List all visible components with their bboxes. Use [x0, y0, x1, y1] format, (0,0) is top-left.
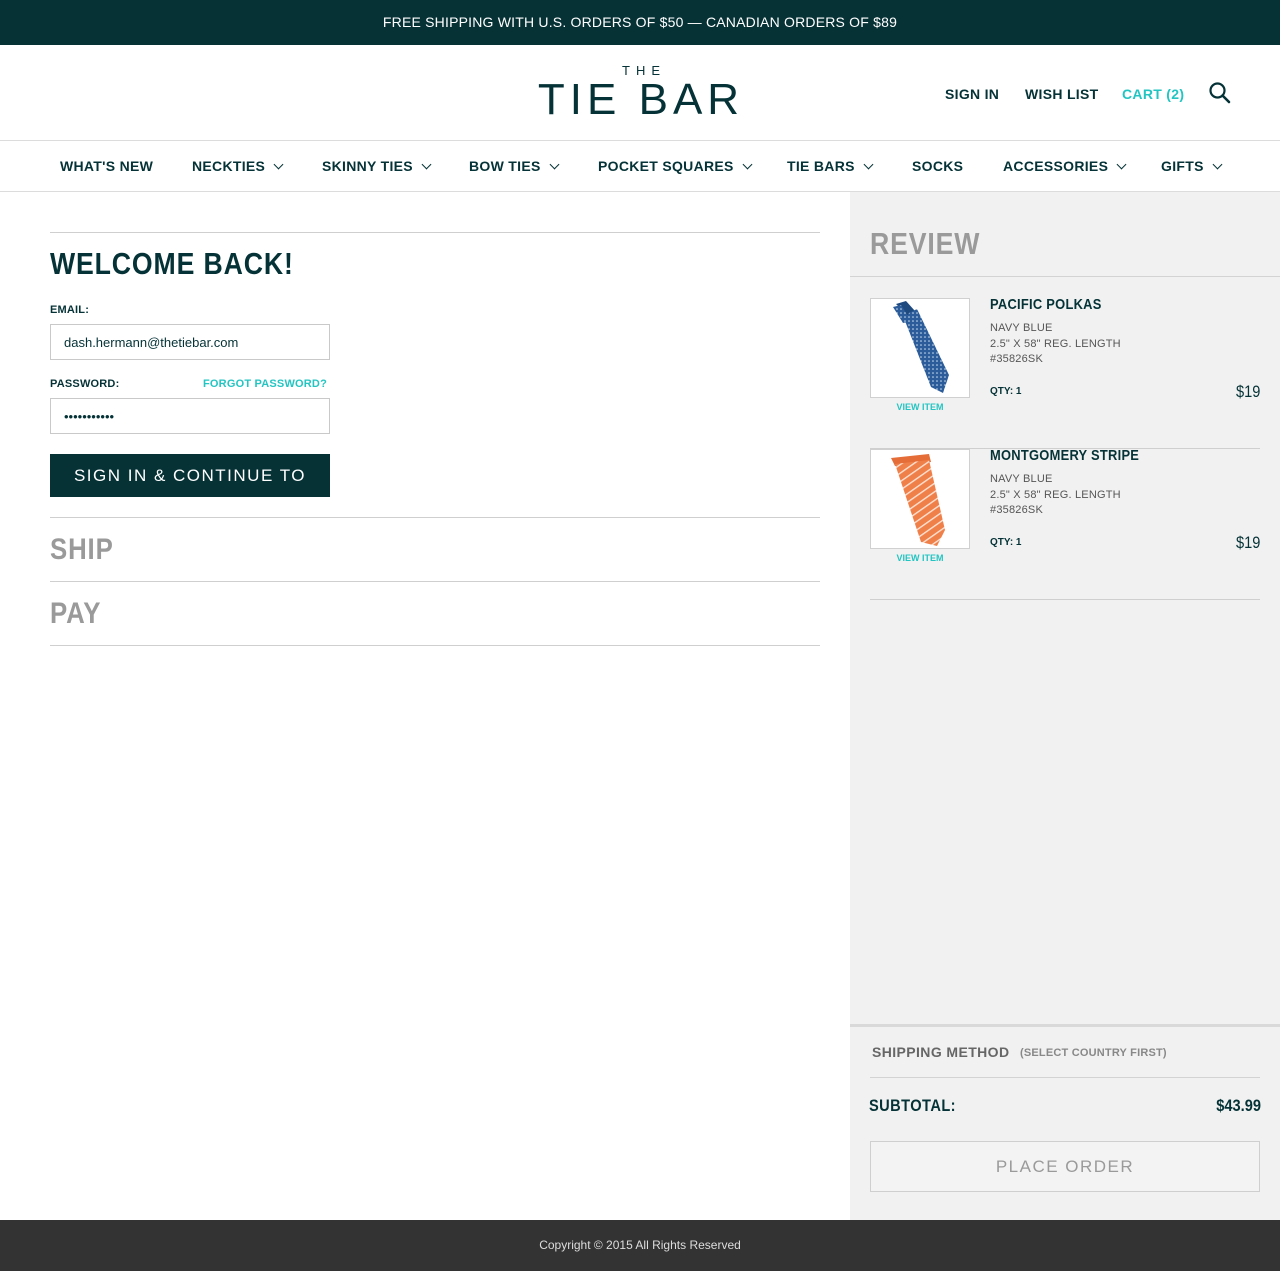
- password-field[interactable]: [50, 398, 330, 434]
- nav-item-socks[interactable]: SOCKS: [912, 158, 963, 174]
- item-size: 2.5" X 58" REG. LENGTH: [990, 489, 1121, 501]
- item-sku: #35826SK: [990, 504, 1043, 516]
- item-size: 2.5" X 58" REG. LENGTH: [990, 338, 1121, 350]
- forgot-password-link[interactable]: FORGOT PASSWORD?: [203, 378, 327, 390]
- cart-item: VIEW ITEM PACIFIC POLKAS NAVY BLUE 2.5" …: [870, 296, 1260, 449]
- site-header: THE TIE BAR SIGN IN WISH LIST CART (2): [0, 45, 1280, 141]
- password-label: PASSWORD:: [50, 378, 120, 390]
- nav-item-whats-new[interactable]: WHAT'S NEW: [60, 158, 153, 174]
- footer-copyright: Copyright © 2015 All Rights Reserved: [0, 1220, 1280, 1271]
- tie-image: [893, 301, 949, 393]
- item-price: $19: [1235, 382, 1260, 401]
- item-qty: QTY: 1: [990, 537, 1022, 548]
- view-item-link[interactable]: VIEW ITEM: [870, 553, 970, 563]
- order-summary: SHIPPING METHOD (SELECT COUNTRY FIRST) S…: [850, 1024, 1280, 1220]
- step-pay[interactable]: PAY: [50, 597, 101, 631]
- sign-in-continue-button[interactable]: SIGN IN & CONTINUE TO SHIP >: [50, 454, 330, 528]
- divider: [50, 645, 820, 646]
- tie-image: [891, 454, 945, 546]
- promo-banner: FREE SHIPPING WITH U.S. ORDERS OF $50 — …: [0, 0, 1280, 45]
- cart-link[interactable]: CART (2): [1122, 86, 1184, 102]
- site-logo[interactable]: THE TIE BAR: [527, 64, 755, 122]
- page-title: WELCOME BACK!: [50, 246, 294, 281]
- nav-item-tie-bars[interactable]: TIE BARS: [787, 158, 874, 174]
- divider: [50, 232, 820, 233]
- item-price: $19: [1235, 533, 1260, 552]
- shipping-method-note: (SELECT COUNTRY FIRST): [1020, 1047, 1167, 1059]
- chevron-down-icon: [421, 159, 432, 170]
- chevron-down-icon: [863, 159, 874, 170]
- email-label: EMAIL:: [50, 304, 90, 316]
- item-name[interactable]: MONTGOMERY STRIPE: [990, 447, 1139, 464]
- view-item-link[interactable]: VIEW ITEM: [870, 402, 970, 412]
- wish-list-link[interactable]: WISH LIST: [1025, 86, 1098, 102]
- item-color: NAVY BLUE: [990, 322, 1053, 334]
- nav-item-skinny-ties[interactable]: SKINNY TIES: [322, 158, 432, 174]
- shipping-method-label: SHIPPING METHOD: [872, 1044, 1010, 1060]
- divider: [50, 517, 820, 518]
- nav-item-accessories[interactable]: ACCESSORIES: [1003, 158, 1127, 174]
- cart-item: VIEW ITEM MONTGOMERY STRIPE NAVY BLUE 2.…: [870, 447, 1260, 600]
- sign-in-link[interactable]: SIGN IN: [945, 86, 999, 102]
- place-order-button[interactable]: PLACE ORDER: [870, 1141, 1260, 1192]
- logo-main-text: TIE BAR: [537, 75, 745, 124]
- item-sku: #35826SK: [990, 353, 1043, 365]
- email-field[interactable]: [50, 324, 330, 360]
- review-title: REVIEW: [870, 226, 981, 261]
- chevron-down-icon: [1212, 159, 1223, 170]
- product-image[interactable]: [870, 449, 970, 549]
- divider: [870, 1077, 1260, 1078]
- chevron-down-icon: [549, 159, 560, 170]
- chevron-down-icon: [1116, 159, 1127, 170]
- order-review-panel: REVIEW VIEW ITEM PACIFIC POLKAS NAVY BLU…: [850, 192, 1280, 1220]
- product-image[interactable]: [870, 298, 970, 398]
- subtotal-value: $43.99: [1216, 1096, 1261, 1115]
- divider: [50, 581, 820, 582]
- nav-item-bow-ties[interactable]: BOW TIES: [469, 158, 560, 174]
- item-name[interactable]: PACIFIC POLKAS: [990, 296, 1102, 313]
- subtotal-label: SUBTOTAL:: [869, 1096, 956, 1115]
- nav-item-neckties[interactable]: NECKTIES: [192, 158, 284, 174]
- step-ship[interactable]: SHIP: [50, 533, 114, 567]
- divider: [850, 276, 1280, 277]
- main-nav: WHAT'S NEW NECKTIES SKINNY TIES BOW TIES…: [0, 141, 1280, 192]
- item-color: NAVY BLUE: [990, 473, 1053, 485]
- chevron-down-icon: [742, 159, 753, 170]
- chevron-down-icon: [273, 159, 284, 170]
- nav-item-gifts[interactable]: GIFTS: [1161, 158, 1223, 174]
- checkout-main: WELCOME BACK! EMAIL: PASSWORD: FORGOT PA…: [0, 192, 850, 1220]
- search-icon[interactable]: [1208, 81, 1232, 105]
- nav-item-pocket-squares[interactable]: POCKET SQUARES: [598, 158, 753, 174]
- item-qty: QTY: 1: [990, 386, 1022, 397]
